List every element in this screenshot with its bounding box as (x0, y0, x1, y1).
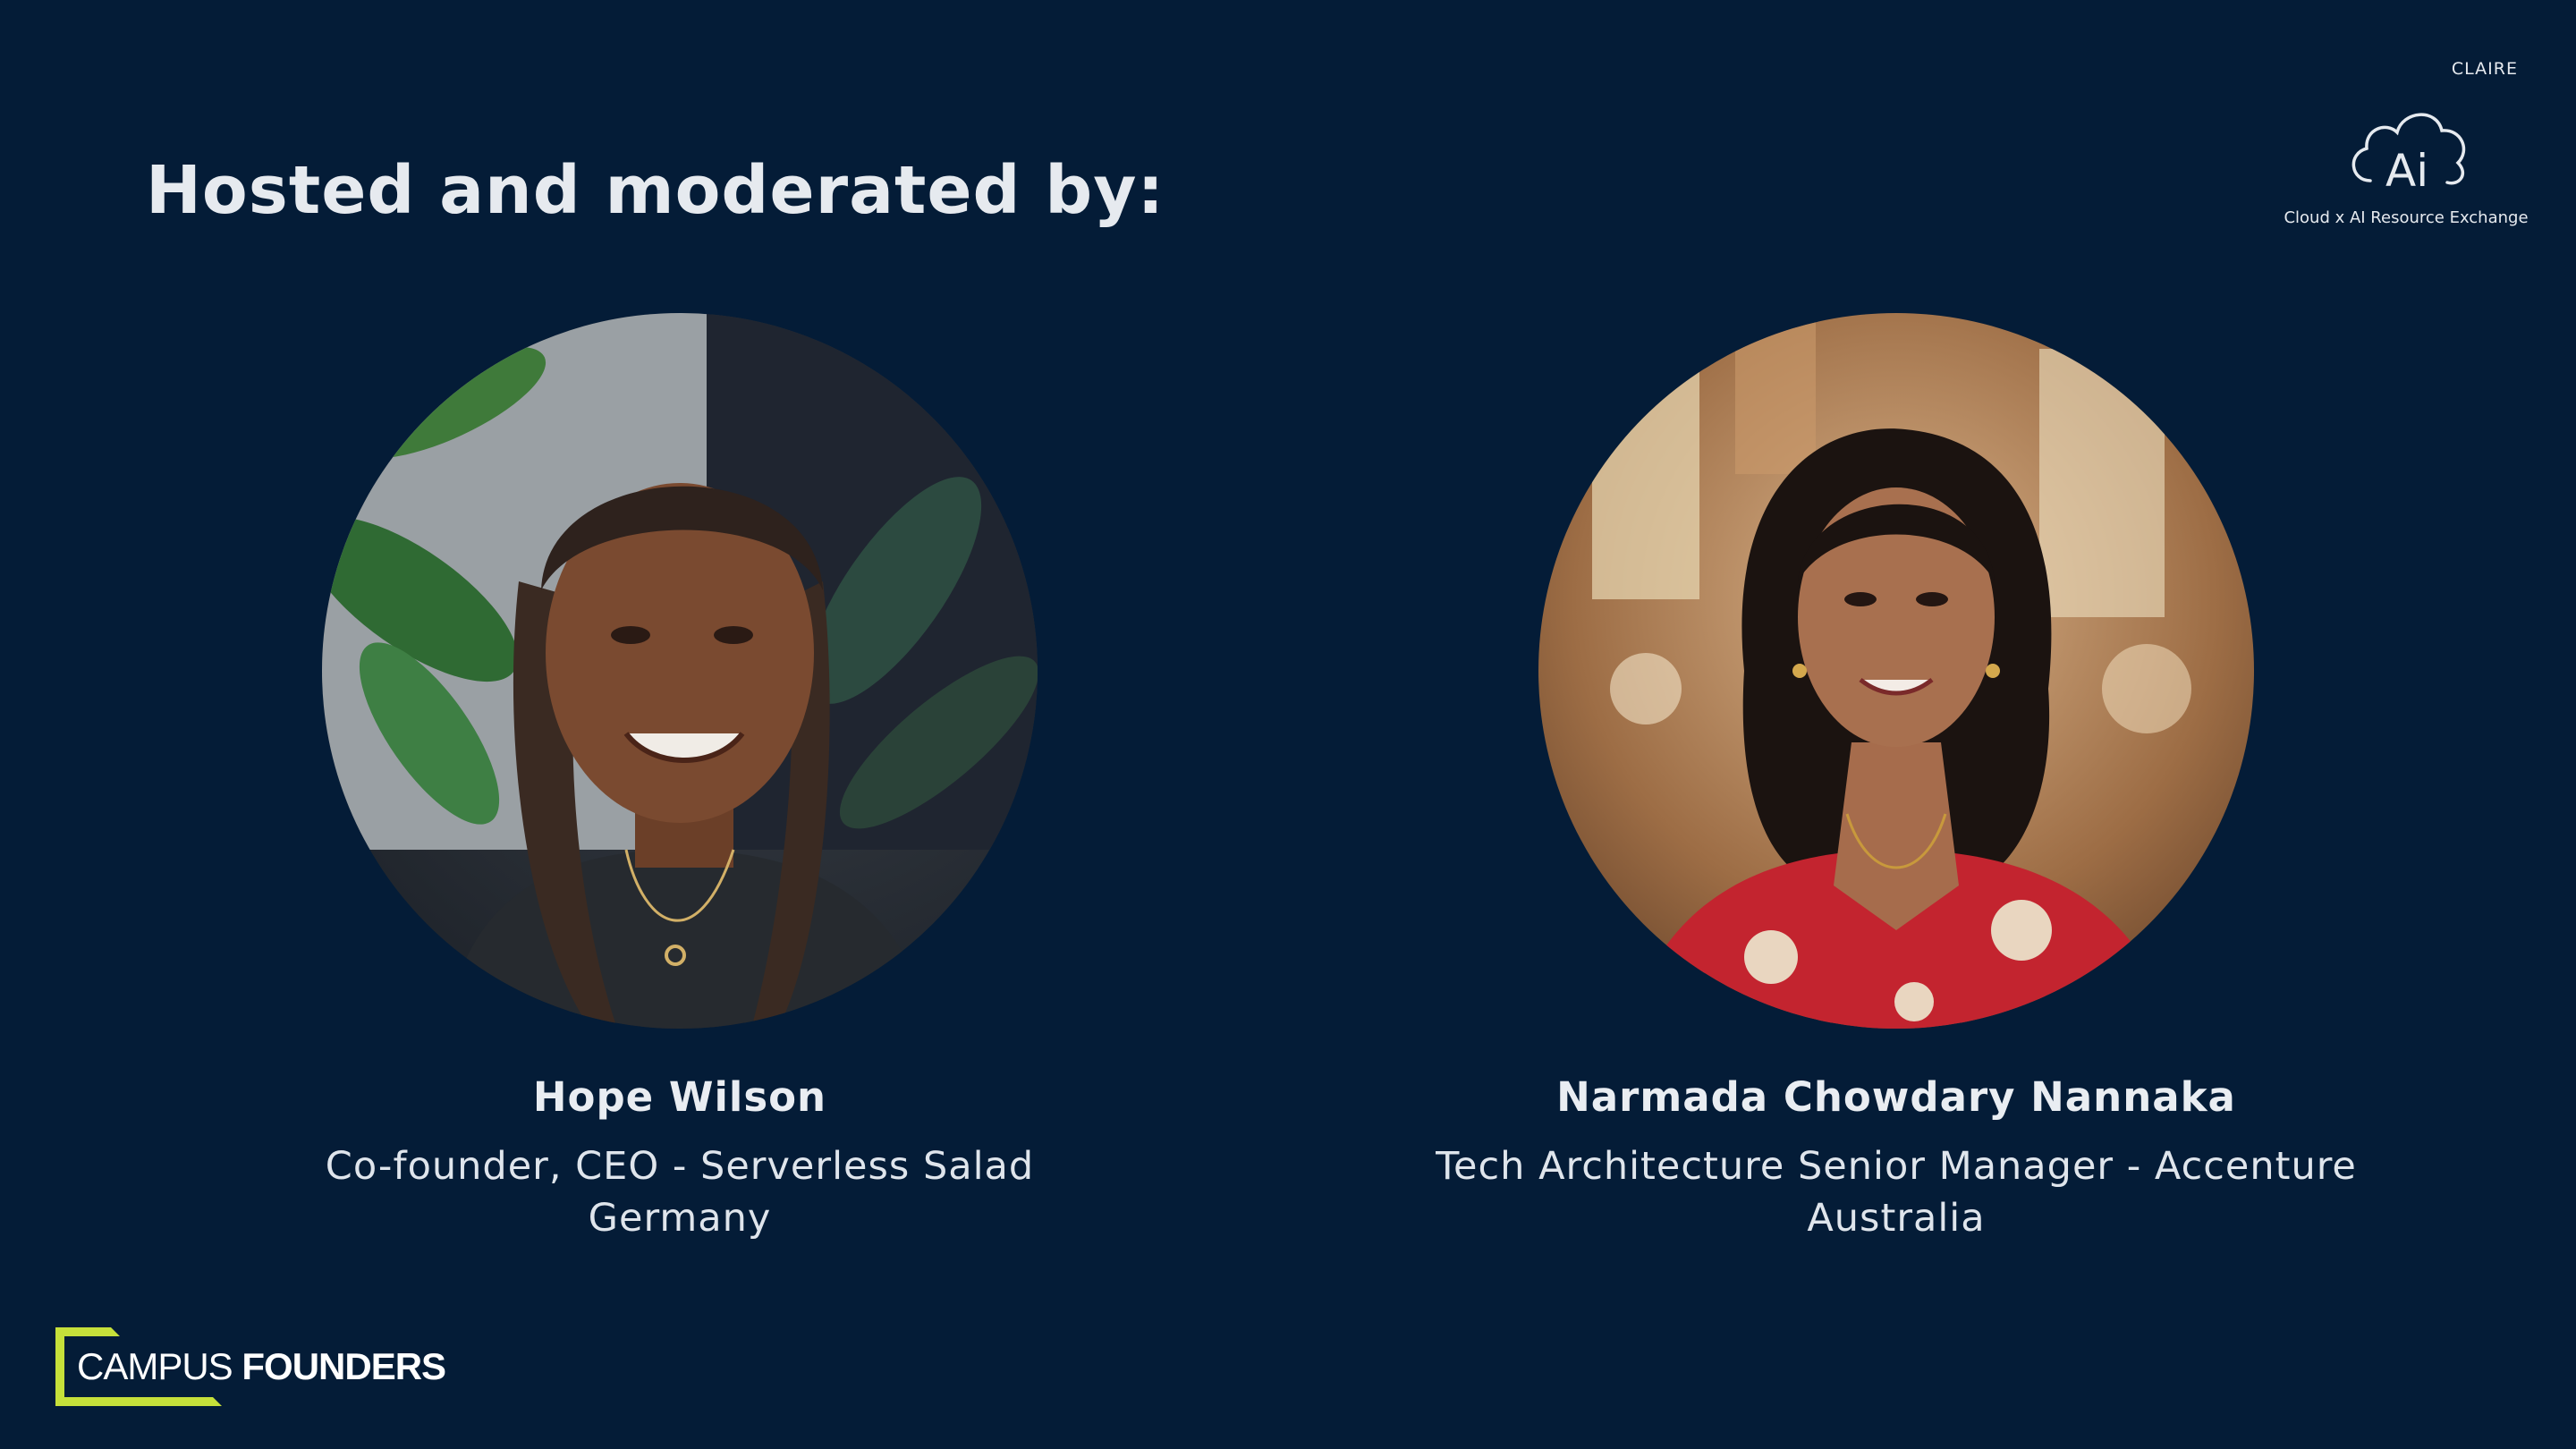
host-name: Narmada Chowdary Nannaka (1556, 1073, 2236, 1121)
wordmark-bold: FOUNDERS (242, 1345, 446, 1387)
claire-wordmark: CLAIRE (2451, 59, 2518, 79)
host-name: Hope Wilson (532, 1073, 827, 1121)
host-card-hope-wilson: Hope Wilson Co-founder, CEO - Serverless… (188, 313, 1172, 1244)
cloud-ai-icon: Ai (2351, 113, 2466, 197)
cloud-ai-text: Ai (2385, 145, 2428, 197)
wordmark-light: CAMPUS (77, 1345, 233, 1387)
claire-logo: CLAIRE Ai Cloud x AI Resource Exchange (2272, 52, 2540, 240)
page-title: Hosted and moderated by: (146, 152, 1165, 229)
campus-founders-logo: CAMPUS FOUNDERS (52, 1324, 446, 1413)
host-role: Tech Architecture Senior Manager - Accen… (1436, 1144, 2357, 1189)
host-location: Australia (1807, 1196, 1986, 1241)
host-card-narmada-chowdary-nannaka: Narmada Chowdary Nannaka Tech Architectu… (1404, 313, 2388, 1244)
campus-founders-wordmark: CAMPUS FOUNDERS (77, 1345, 446, 1388)
host-photo (1538, 313, 2254, 1029)
claire-tagline: Cloud x AI Resource Exchange (2284, 208, 2529, 227)
host-role: Co-founder, CEO - Serverless Salad (325, 1144, 1035, 1189)
host-location: Germany (588, 1196, 772, 1241)
host-photo (322, 313, 1038, 1029)
portrait-illustration (322, 313, 1038, 1029)
portrait-illustration (1538, 313, 2254, 1029)
